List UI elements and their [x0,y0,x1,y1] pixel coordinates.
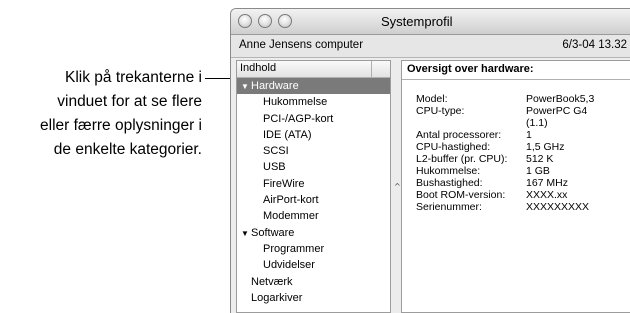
tree-item-scsi[interactable]: SCSI [237,143,390,159]
system-profiler-window: Systemprofil Anne Jensens computer 6/3-0… [230,8,630,313]
hardware-overview-pane: Oversigt over hardware: Model: PowerBook… [401,60,630,313]
tree-item-hardware[interactable]: ▼ Hardware [237,78,390,95]
tree-item-label: IDE (ATA) [263,128,312,141]
overview-row-serial: Serienummer: XXXXXXXXX [416,201,630,213]
overview-row-memory: Hukommelse: 1 GB [416,165,630,177]
overview-row-cpu-version: (1.1) [416,117,630,129]
callout-text: Klik på trekanterne i vinduet for at se … [0,66,202,162]
tree-item-usb[interactable]: USB [237,159,390,175]
timestamp: 6/3-04 13.32 [562,39,627,51]
overview-row-boot-rom: Boot ROM-version: XXXX.xx [416,189,630,201]
overview-value: XXXXXXXXX [526,201,590,213]
tree-item-logs[interactable]: Logarkiver [237,290,390,306]
tree-item-firewire[interactable]: FireWire [237,176,390,192]
overview-row-model: Model: PowerBook5,3 [416,93,630,105]
tree-item-label: Udvidelser [263,259,315,272]
tree-item-label: Hardware [251,80,299,92]
tree-item-label: Netværk [251,275,293,288]
tree-item-label: AirPort-kort [263,194,319,207]
overview-row-processor-count: Antal processorer: 1 [416,129,630,141]
tree-item-label: SCSI [263,145,289,158]
overview-key: Antal processorer: [416,129,502,141]
minimize-button[interactable] [258,14,272,28]
overview-key: CPU-type: [416,105,465,117]
callout-line-2: vinduet for at se flere [57,93,202,110]
overview-value: XXXX.xx [526,189,568,201]
overview-title: Oversigt over hardware: [407,63,534,75]
tree-item-applications[interactable]: Programmer [237,241,390,257]
overview-key: CPU-hastighed: [416,141,491,153]
overview-divider [402,79,630,80]
callout-pointer-line [205,78,231,79]
tree-item-label: Programmer [263,242,325,255]
tree-item-pci-agp[interactable]: PCI-/AGP-kort [237,111,390,127]
tree-item-label: USB [263,161,286,174]
tree-item-airport[interactable]: AirPort-kort [237,192,390,208]
title-bar[interactable]: Systemprofil [231,9,630,35]
pane-splitter[interactable]: ^ [392,60,401,313]
tree-item-label: FireWire [263,177,305,190]
tree-item-ide[interactable]: IDE (ATA) [237,127,390,143]
window-title: Systemprofil [381,14,453,29]
contents-tree: Indhold ▼ Hardware Hukommelse PCI-/AGP-ko… [236,60,391,313]
overview-key: Bushastighed: [416,177,483,189]
close-button[interactable] [238,14,252,28]
overview-row-cpu-type: CPU-type: PowerPC G4 [416,105,630,117]
tree-item-label: Software [251,226,295,239]
contents-header-label: Indhold [240,62,277,74]
contents-column-header[interactable]: Indhold [237,61,390,78]
overview-key: Hukommelse: [416,165,481,177]
overview-value: PowerBook5,3 [526,93,595,105]
overview-value: 1 GB [526,165,550,177]
overview-row-cpu-speed: CPU-hastighed: 1,5 GHz [416,141,630,153]
overview-value: 512 K [526,153,554,165]
tree-item-label: Logarkiver [251,291,303,304]
callout-line-1: Klik på trekanterne i [65,69,202,86]
overview-value: PowerPC G4 [526,105,588,117]
tree-item-memory[interactable]: Hukommelse [237,94,390,110]
overview-key: Serienummer: [416,201,482,213]
tree-item-network[interactable]: Netværk [237,274,390,290]
tree-item-label: Hukommelse [263,96,328,109]
tree-item-software[interactable]: ▼ Software [237,225,390,241]
overview-key: Boot ROM-version: [416,189,506,201]
column-divider [371,61,372,77]
tree-item-extensions[interactable]: Udvidelser [237,257,390,273]
tree-item-label: PCI-/AGP-kort [263,112,334,125]
callout-line-3: eller færre oplysninger i [40,117,202,134]
tree-item-label: Modemmer [263,210,319,223]
overview-value: 1,5 GHz [526,141,565,153]
overview-value: (1.1) [526,117,548,129]
overview-key: L2-buffer (pr. CPU): [416,153,508,165]
overview-row-bus-speed: Bushastighed: 167 MHz [416,177,630,189]
splitter-grip-icon[interactable]: ^ [394,182,401,191]
overview-row-l2-cache: L2-buffer (pr. CPU): 512 K [416,153,630,165]
disclosure-triangle-icon[interactable]: ▼ [241,79,251,95]
callout-line-4: de enkelte kategorier. [53,141,202,158]
overview-key: Model: [416,93,448,105]
overview-value: 167 MHz [526,177,569,189]
overview-value: 1 [526,129,532,141]
computer-name: Anne Jensens computer [239,39,364,51]
disclosure-triangle-icon[interactable]: ▼ [241,226,251,242]
tree-item-modems[interactable]: Modemmer [237,208,390,224]
zoom-button[interactable] [278,14,292,28]
info-bar: Anne Jensens computer 6/3-04 13.32 [231,35,630,58]
